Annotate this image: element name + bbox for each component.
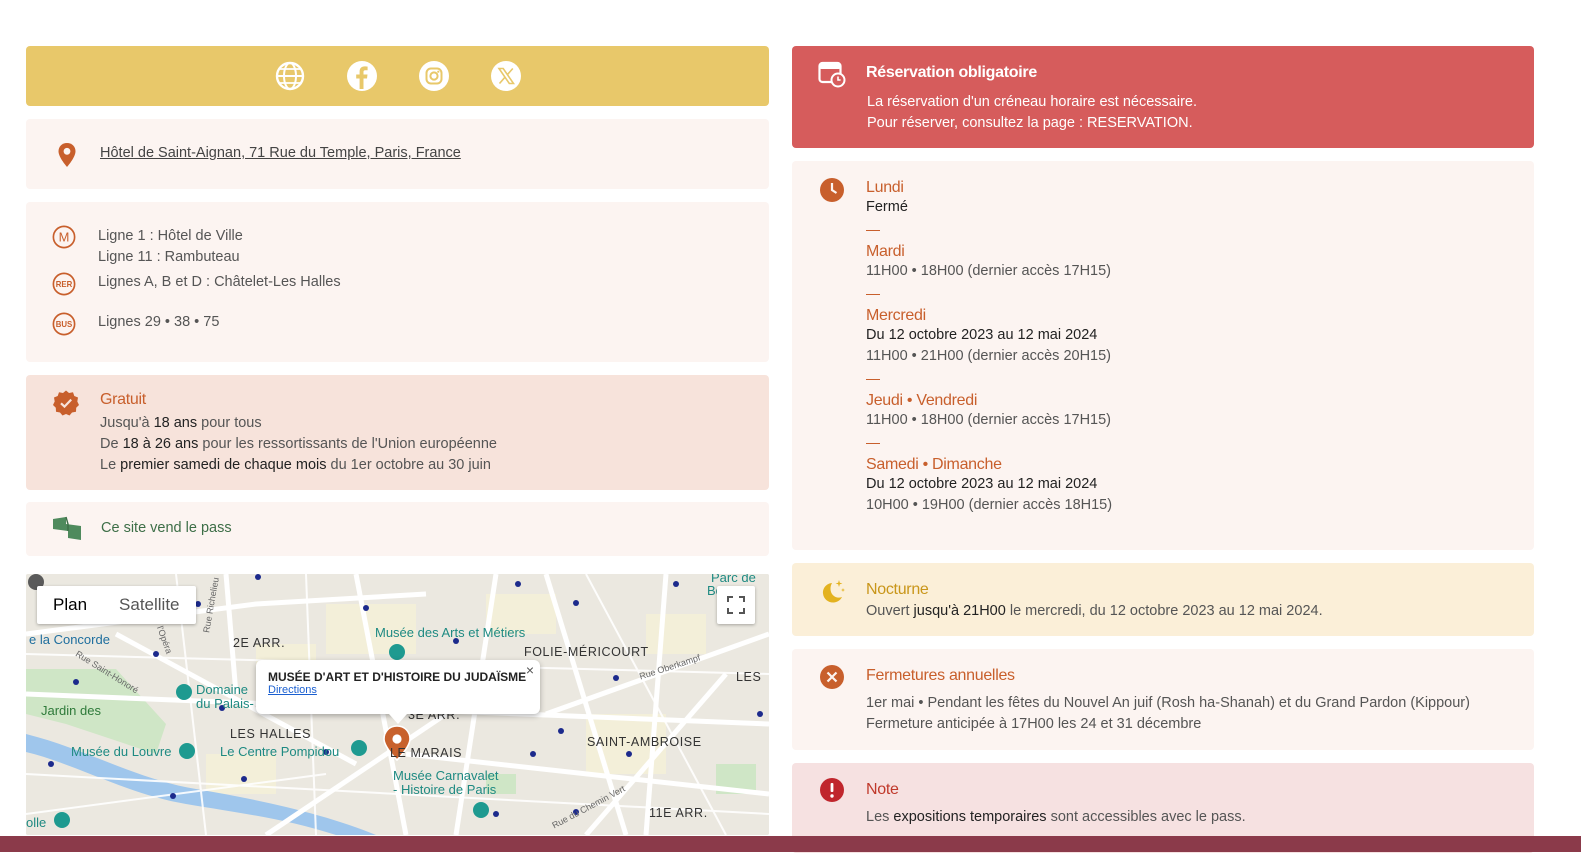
reservation-line-2: Pour réserver, consultez la page : RESER… xyxy=(867,115,1193,131)
map-info-popup: MUSÉE D'ART ET D'HISTOIRE DU JUDAÏSME Di… xyxy=(256,660,540,724)
metro-row: M Ligne 1 : Hôtel de Ville Ligne 11 : Ra… xyxy=(52,225,243,268)
popup-close-button[interactable]: × xyxy=(526,662,534,678)
reservation-title: Réservation obligatoire xyxy=(866,64,1037,81)
map-label-halles: LES HALLES xyxy=(230,727,312,741)
note-title: Note xyxy=(866,781,899,798)
map-label-carnavalet: Musée Carnavalet xyxy=(393,768,499,783)
website-link[interactable] xyxy=(273,59,307,93)
reservation-page-link[interactable]: RESERVATION. xyxy=(1087,115,1193,131)
annual-closing-card: Fermetures annuelles 1er mai • Pendant l… xyxy=(792,649,1534,750)
calendar-clock-icon xyxy=(818,61,846,88)
map-label-histoire-paris: - Histoire de Paris xyxy=(393,782,497,797)
day-samedi-dimanche: Samedi • Dimanche Du 12 octobre 2023 au … xyxy=(866,456,1113,513)
alert-icon xyxy=(820,778,844,802)
free-line-2: De 18 à 26 ans pour les ressortissants d… xyxy=(100,436,497,452)
separator xyxy=(866,443,880,444)
left-column: Hôtel de Saint-Aignan, 71 Rue du Temple,… xyxy=(26,46,769,835)
map-label-ambroise: SAINT-AMBROISE xyxy=(587,735,702,749)
map-label-arts-metiers: Musée des Arts et Métiers xyxy=(375,625,526,640)
svg-text:M: M xyxy=(59,230,70,245)
bottom-bar xyxy=(0,836,1581,852)
metro-icon: M xyxy=(52,225,76,249)
day-mercredi: Mercredi Du 12 octobre 2023 au 12 mai 20… xyxy=(866,307,1111,364)
nocturne-text: Ouvert jusqu'à 21H00 le mercredi, du 12 … xyxy=(866,603,1323,619)
free-title: Gratuit xyxy=(100,391,146,408)
note-text: Les expositions temporaires sont accessi… xyxy=(866,809,1246,825)
closing-lines: 1er mai • Pendant les fêtes du Nouvel An… xyxy=(866,693,1470,735)
reservation-line-1: La réservation d'un créneau horaire est … xyxy=(867,94,1198,110)
globe-icon xyxy=(275,61,304,91)
map-label-olle: olle xyxy=(26,815,47,830)
address-link[interactable]: Hôtel de Saint-Aignan, 71 Rue du Temple,… xyxy=(100,145,461,161)
badge-check-icon xyxy=(53,390,79,416)
nocturne-card: Nocturne Ouvert jusqu'à 21H00 le mercred… xyxy=(792,563,1534,636)
ticket-icon xyxy=(53,516,81,540)
metro-line-1: Ligne 1 : Hôtel de Ville xyxy=(98,228,243,244)
fullscreen-button[interactable] xyxy=(717,586,755,624)
pass-card: Ce site vend le pass xyxy=(26,502,769,556)
closing-line-1: 1er mai • Pendant les fêtes du Nouvel An… xyxy=(866,695,1470,711)
map-label-marais: LE MARAIS xyxy=(390,746,463,760)
map-label-domaine: Domaine xyxy=(196,682,249,697)
free-lines: Jusqu'à 18 ans pour tous De 18 à 26 ans … xyxy=(100,413,497,476)
svg-text:RER: RER xyxy=(56,280,73,289)
opening-hours-card: Lundi Fermé Mardi 11H00 • 18H00 (dernier… xyxy=(792,161,1534,550)
address-card: Hôtel de Saint-Aignan, 71 Rue du Temple,… xyxy=(26,119,769,189)
pass-text: Ce site vend le pass xyxy=(101,520,232,536)
map-label-2e: 2E ARR. xyxy=(233,636,286,650)
rer-row: RER Lignes A, B et D : Châtelet-Les Hall… xyxy=(52,272,341,296)
rer-text: Lignes A, B et D : Châtelet-Les Halles xyxy=(98,274,341,290)
bus-icon: BUS xyxy=(52,312,76,336)
free-line-3: Le premier samedi de chaque mois du 1er … xyxy=(100,457,491,473)
day-mardi: Mardi 11H00 • 18H00 (dernier accès 17H15… xyxy=(866,243,1111,279)
closing-title: Fermetures annuelles xyxy=(866,667,1015,684)
map-label-les: LES xyxy=(736,670,762,684)
metro-line-11: Ligne 11 : Rambuteau xyxy=(98,249,240,265)
popup-title: MUSÉE D'ART ET D'HISTOIRE DU JUDAÏSME xyxy=(268,670,527,684)
map[interactable]: e la Concorde 2E ARR. Musée des Arts et … xyxy=(26,574,769,835)
bus-row: BUS Lignes 29 • 38 • 75 xyxy=(52,312,219,336)
reservation-card: Réservation obligatoire La réservation d… xyxy=(792,46,1534,148)
bus-text: Lignes 29 • 38 • 75 xyxy=(98,314,220,330)
x-link[interactable] xyxy=(489,59,523,93)
close-circle-icon xyxy=(820,665,844,689)
separator xyxy=(866,294,880,295)
day-lundi: Lundi Fermé xyxy=(866,179,908,215)
right-column: Réservation obligatoire La réservation d… xyxy=(792,46,1534,853)
map-satellite-button[interactable]: Satellite xyxy=(103,586,195,624)
facebook-link[interactable] xyxy=(345,59,379,93)
map-label-louvre: Musée du Louvre xyxy=(71,744,172,759)
free-entry-card: Gratuit Jusqu'à 18 ans pour tous De 18 à… xyxy=(26,375,769,490)
facebook-icon xyxy=(346,61,377,91)
map-label-pompidou: Le Centre Pompidou xyxy=(220,744,340,759)
map-label-concorde: e la Concorde xyxy=(29,632,110,647)
transport-card: M Ligne 1 : Hôtel de Ville Ligne 11 : Ra… xyxy=(26,202,769,362)
closing-line-2: Fermeture anticipée à 17H00 les 24 et 31… xyxy=(866,716,1202,732)
map-label-palais: du Palais- xyxy=(196,696,254,711)
instagram-link[interactable] xyxy=(417,59,451,93)
separator xyxy=(866,379,880,380)
day-jeudi-vendredi: Jeudi • Vendredi 11H00 • 18H00 (dernier … xyxy=(866,392,1111,428)
map-type-toggle: Plan Satellite xyxy=(37,586,196,624)
map-label-folie: FOLIE-MÉRICOURT xyxy=(524,645,649,659)
clock-icon xyxy=(820,178,844,202)
moon-stars-icon xyxy=(822,580,845,603)
map-label-11e: 11E ARR. xyxy=(649,806,708,820)
svg-text:BUS: BUS xyxy=(56,320,73,329)
map-label-jardin: Jardin des xyxy=(41,703,101,718)
hours-list: Lundi Fermé Mardi 11H00 • 18H00 (dernier… xyxy=(866,179,1112,516)
separator xyxy=(866,230,880,231)
free-line-1: Jusqu'à 18 ans pour tous xyxy=(100,415,262,431)
nocturne-title: Nocturne xyxy=(866,581,929,598)
map-plan-button[interactable]: Plan xyxy=(37,586,103,624)
rer-icon: RER xyxy=(52,272,76,296)
social-bar xyxy=(26,46,769,106)
map-pin-icon xyxy=(58,143,76,167)
instagram-icon xyxy=(418,61,449,91)
reservation-lines: La réservation d'un créneau horaire est … xyxy=(867,92,1197,134)
directions-link[interactable]: Directions xyxy=(268,684,528,696)
x-icon xyxy=(490,61,521,91)
fullscreen-icon xyxy=(727,596,745,614)
